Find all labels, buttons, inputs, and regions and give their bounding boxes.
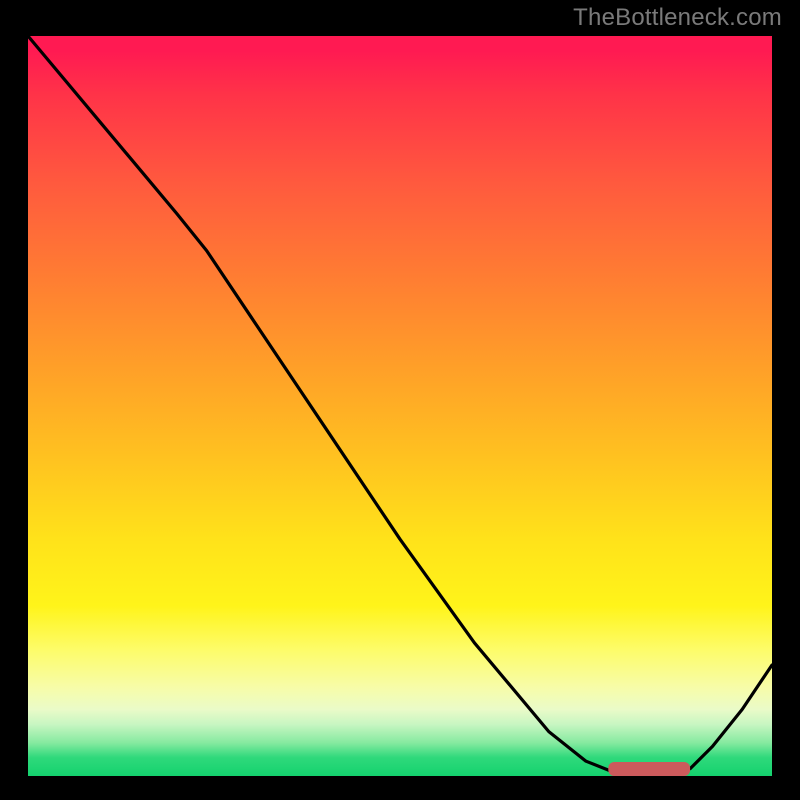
plot-overlay bbox=[28, 36, 772, 776]
attribution-label: TheBottleneck.com bbox=[573, 4, 782, 32]
optimal-range-marker bbox=[608, 762, 690, 776]
bottleneck-curve bbox=[28, 36, 772, 776]
chart-frame: TheBottleneck.com bbox=[0, 0, 800, 800]
